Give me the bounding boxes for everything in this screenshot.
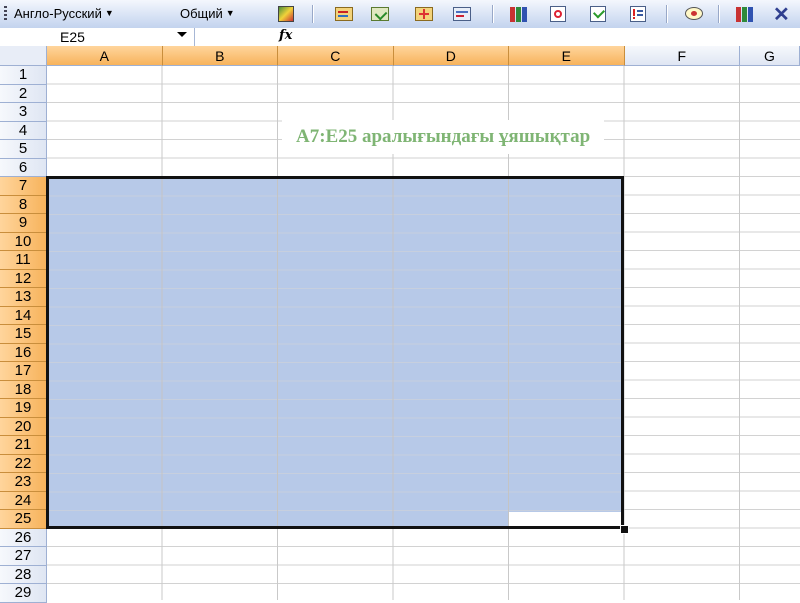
row-header-3[interactable]: 3 [0,103,47,122]
row-header-9[interactable]: 9 [0,214,47,233]
select-all-corner[interactable] [0,46,47,66]
formula-input[interactable] [300,28,800,46]
column-header-g[interactable]: G [740,46,800,66]
dictionary-check-button[interactable] [370,4,390,24]
style-dropdown-label: Общий [180,6,223,21]
row-header-4[interactable]: 4 [0,121,47,140]
row-header-1[interactable]: 1 [0,66,47,85]
toolbar-separator [718,5,719,23]
row-header-19[interactable]: 19 [0,399,47,418]
row-header-7[interactable]: 7 [0,177,47,196]
toolbar: Англо-Русский ▼ Общий ▼ ✕ [0,0,800,29]
row-header-18[interactable]: 18 [0,380,47,399]
row-header-16[interactable]: 16 [0,343,47,362]
warning-list-button[interactable] [628,4,648,24]
fill-handle[interactable] [620,525,629,534]
dictionary-edit-button[interactable] [452,4,472,24]
column-header-a[interactable]: A [47,46,163,66]
books-icon [736,7,741,22]
comment-button[interactable] [684,4,704,24]
column-header-d[interactable]: D [393,46,509,66]
close-icon: ✕ [773,4,790,26]
range-caption: А7:Е25 аралығындағы ұяшықтар [282,120,605,154]
books-button[interactable] [508,4,528,24]
language-dropdown-label: Англо-Русский [14,6,102,21]
translate-button[interactable] [276,4,296,24]
toolbar-separator [492,5,493,23]
row-header-23[interactable]: 23 [0,473,47,492]
row-header-24[interactable]: 24 [0,491,47,510]
check-doc-button[interactable] [588,4,608,24]
dictionary-icon [335,7,353,21]
row-header-14[interactable]: 14 [0,306,47,325]
chevron-down-icon[interactable] [177,32,187,37]
column-header-c[interactable]: C [278,46,394,66]
row-header-2[interactable]: 2 [0,84,47,103]
row-header-13[interactable]: 13 [0,288,47,307]
row-header-26[interactable]: 26 [0,528,47,547]
style-dropdown[interactable]: Общий ▼ [180,6,235,21]
column-header-f[interactable]: F [624,46,740,66]
name-box-value: E25 [60,29,85,45]
row-header-8[interactable]: 8 [0,195,47,214]
formula-bar: E25 fx [0,28,800,47]
row-header-15[interactable]: 15 [0,325,47,344]
row-header-22[interactable]: 22 [0,454,47,473]
language-dropdown[interactable]: Англо-Русский ▼ [14,6,114,21]
row-header-12[interactable]: 12 [0,269,47,288]
row-header-25[interactable]: 25 [0,510,47,529]
row-header-5[interactable]: 5 [0,140,47,159]
selection-border [46,176,624,529]
close-button[interactable]: ✕ [772,4,792,26]
dictionary-add-button[interactable] [414,4,434,24]
toolbar-separator [666,5,667,23]
column-header-e[interactable]: E [509,46,625,66]
row-header-10[interactable]: 10 [0,232,47,251]
row-header-6[interactable]: 6 [0,158,47,177]
row-header-11[interactable]: 11 [0,251,47,270]
dictionary-edit-icon [453,7,471,21]
fx-icon[interactable]: fx [279,28,292,43]
row-header-27[interactable]: 27 [0,547,47,566]
row-header-28[interactable]: 28 [0,565,47,584]
chevron-down-icon: ▼ [225,8,235,18]
toolbar-separator [312,5,313,23]
chevron-down-icon: ▼ [104,8,114,18]
row-header-20[interactable]: 20 [0,417,47,436]
column-header-b[interactable]: B [162,46,278,66]
row-header-21[interactable]: 21 [0,436,47,455]
toolbar-grip[interactable] [4,6,7,22]
name-box[interactable]: E25 [0,28,195,46]
books-icon [510,7,515,22]
search-page-button[interactable] [548,4,568,24]
row-header-17[interactable]: 17 [0,362,47,381]
dictionary-button[interactable] [334,4,354,24]
translate-icon [278,6,294,22]
books-button-2[interactable] [734,4,754,24]
